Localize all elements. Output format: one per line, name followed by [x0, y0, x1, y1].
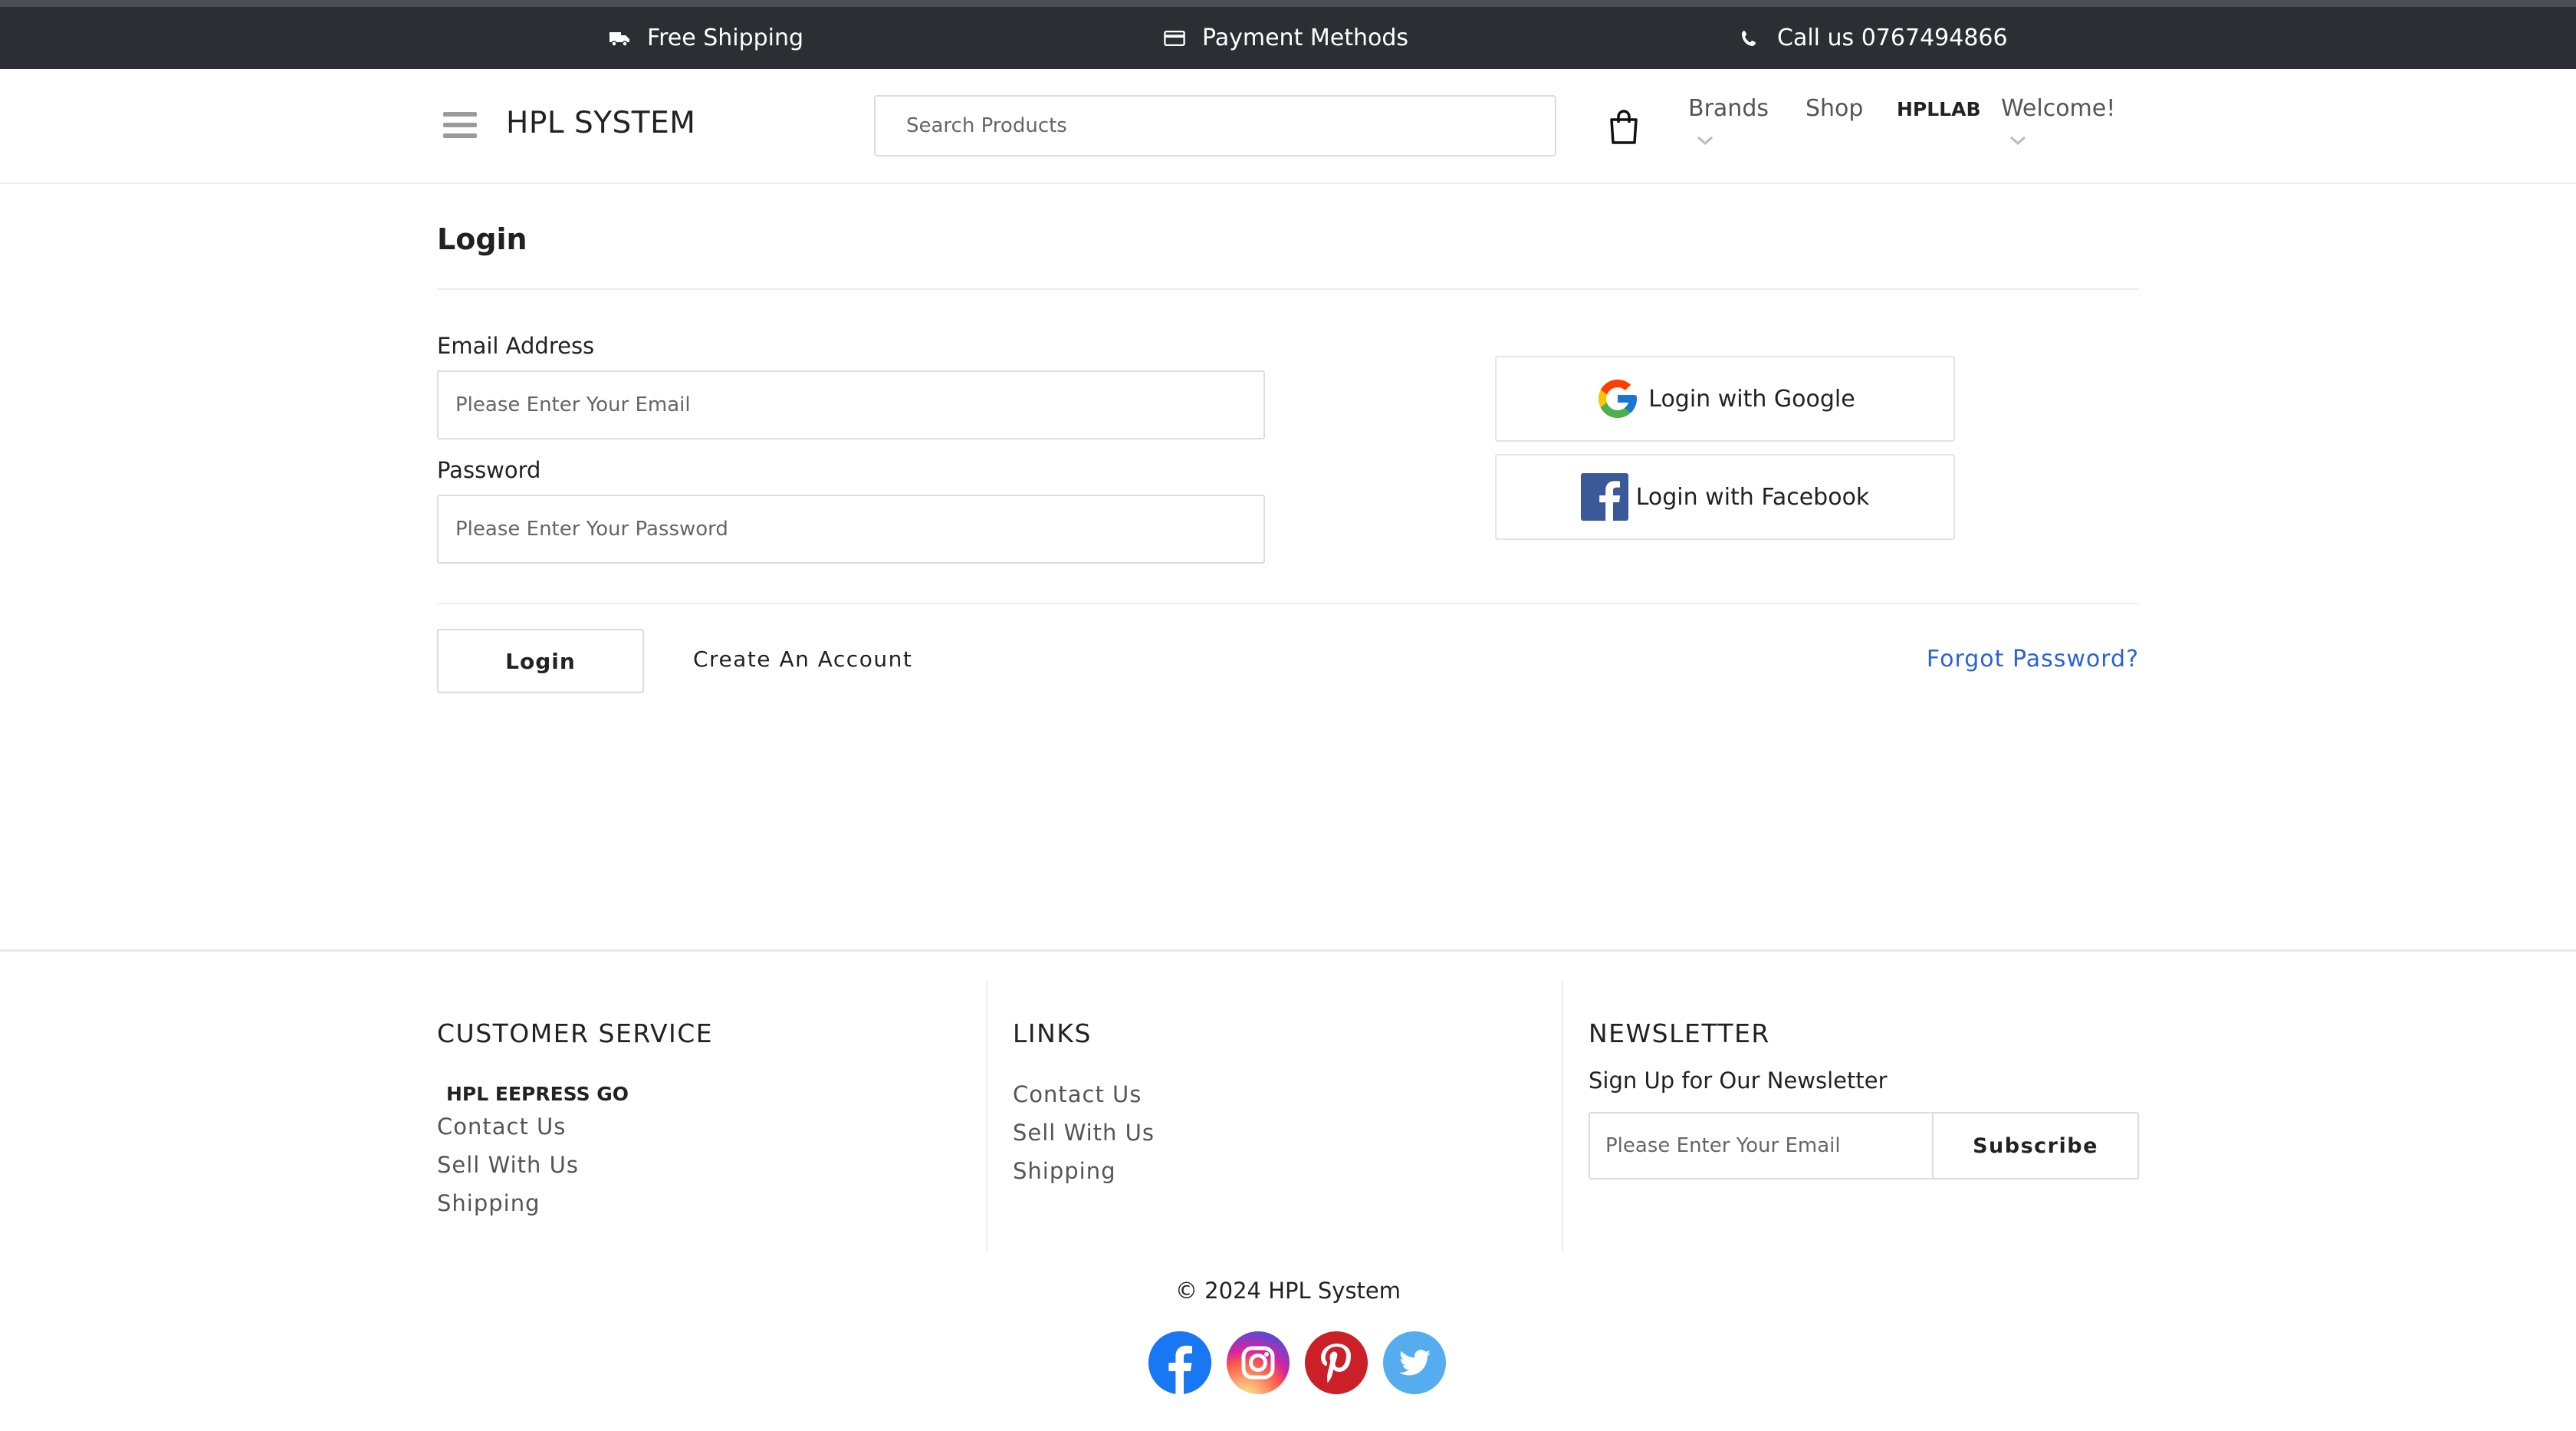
- truck-icon: [609, 28, 630, 49]
- page-title: Login: [437, 222, 527, 256]
- chevron-down-icon[interactable]: [2009, 135, 2027, 146]
- menu-icon[interactable]: [443, 112, 477, 138]
- instagram-icon[interactable]: [1227, 1331, 1290, 1394]
- subscribe-button[interactable]: Subscribe: [1932, 1112, 2139, 1179]
- top-info-bar: Free Shipping Payment Methods Call us 07…: [0, 0, 2576, 69]
- login-with-google-button[interactable]: Login with Google: [1495, 356, 1955, 442]
- phone-icon: [1739, 28, 1760, 49]
- footer-divider: [0, 949, 2576, 952]
- login-with-google-label: Login with Google: [1648, 385, 1855, 413]
- facebook-icon[interactable]: [1148, 1331, 1211, 1394]
- newsletter-description: Sign Up for Our Newsletter: [1589, 1067, 1888, 1094]
- links-heading: LINKS: [1013, 1018, 1092, 1048]
- social-links: [1148, 1331, 1446, 1394]
- create-account-link[interactable]: Create An Account: [693, 646, 912, 672]
- site-header: HPL SYSTEM Brands Shop HPLLAB Welcome!: [0, 69, 2576, 184]
- footer-link-sell-with-us[interactable]: Sell With Us: [1013, 1120, 1155, 1146]
- call-us-item: Call us 0767494866: [1739, 7, 2008, 69]
- footer-link-shipping[interactable]: Shipping: [1013, 1158, 1116, 1184]
- login-button[interactable]: Login: [437, 629, 644, 693]
- login-with-facebook-label: Login with Facebook: [1635, 483, 1870, 511]
- footer-column-divider: [1562, 982, 1563, 1252]
- twitter-icon[interactable]: [1383, 1331, 1446, 1394]
- nav-brands[interactable]: Brands: [1688, 95, 1769, 122]
- login-with-facebook-button[interactable]: Login with Facebook: [1495, 454, 1955, 540]
- footer-link-sell-with-us[interactable]: Sell With Us: [437, 1152, 579, 1178]
- shopping-bag-icon[interactable]: [1607, 109, 1641, 144]
- facebook-icon: [1580, 473, 1628, 521]
- chevron-down-icon[interactable]: [1696, 135, 1714, 146]
- newsletter-heading: NEWSLETTER: [1589, 1018, 1770, 1048]
- customer-service-heading: CUSTOMER SERVICE: [437, 1018, 714, 1048]
- free-shipping-text: Free Shipping: [647, 25, 804, 51]
- free-shipping-item: Free Shipping: [609, 7, 803, 69]
- email-label: Email Address: [437, 333, 595, 359]
- form-divider: [437, 603, 2139, 604]
- email-field[interactable]: [437, 370, 1265, 439]
- nav-hpllab[interactable]: HPLLAB: [1897, 98, 1981, 120]
- call-us-text: Call us 0767494866: [1777, 25, 2008, 51]
- title-divider: [437, 288, 2139, 290]
- nav-shop[interactable]: Shop: [1806, 95, 1863, 122]
- payment-methods-text: Payment Methods: [1202, 25, 1409, 51]
- credit-card-icon: [1164, 28, 1185, 49]
- search-input[interactable]: [874, 95, 1556, 156]
- hpl-express-go-link[interactable]: HPL EEPRESS GO: [446, 1083, 629, 1105]
- copyright-text: © 2024 HPL System: [1175, 1278, 1401, 1304]
- newsletter-email-field[interactable]: [1589, 1112, 1932, 1179]
- footer-link-shipping[interactable]: Shipping: [437, 1190, 540, 1216]
- forgot-password-link[interactable]: Forgot Password?: [1927, 646, 2139, 673]
- footer-link-contact-us[interactable]: Contact Us: [437, 1114, 566, 1140]
- payment-methods-item: Payment Methods: [1164, 7, 1408, 69]
- site-logo-text[interactable]: HPL SYSTEM: [506, 106, 695, 140]
- nav-welcome[interactable]: Welcome!: [2001, 95, 2115, 122]
- google-icon: [1598, 380, 1638, 418]
- password-label: Password: [437, 457, 541, 483]
- password-field[interactable]: [437, 495, 1265, 564]
- pinterest-icon[interactable]: [1305, 1331, 1368, 1394]
- footer-column-divider: [986, 982, 987, 1252]
- footer-link-contact-us[interactable]: Contact Us: [1013, 1081, 1142, 1107]
